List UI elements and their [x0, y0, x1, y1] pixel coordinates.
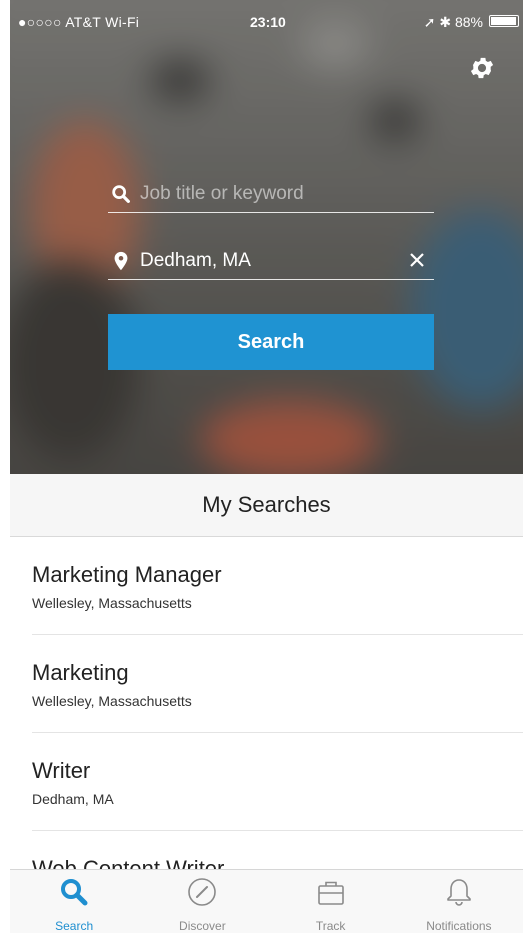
- keyword-input[interactable]: Job title or keyword: [140, 183, 304, 205]
- list-item[interactable]: Marketing Manager Wellesley, Massachuset…: [32, 537, 523, 635]
- tab-search[interactable]: Search: [10, 870, 138, 933]
- tab-bar: Search Discover Track Notifications: [10, 869, 523, 933]
- clock: 23:10: [250, 14, 286, 30]
- bell-icon: [447, 879, 471, 906]
- search-location: Dedham, MA: [32, 791, 114, 807]
- tab-notifications[interactable]: Notifications: [395, 870, 523, 933]
- battery-icon: [489, 15, 519, 27]
- location-arrow-icon: ➚: [423, 14, 436, 30]
- search-title: Marketing Manager: [32, 562, 222, 587]
- search-icon: [61, 879, 88, 906]
- tab-label: Notifications: [426, 919, 492, 933]
- status-bar: ●○○○○ AT&T Wi-Fi 23:10 ➚ ✱ 88%: [10, 0, 523, 44]
- location-pin-icon: [114, 251, 128, 271]
- clear-icon[interactable]: [408, 251, 426, 269]
- battery-percent: 88%: [454, 14, 483, 30]
- screen: ●○○○○ AT&T Wi-Fi 23:10 ➚ ✱ 88% Job title…: [10, 0, 523, 933]
- location-input[interactable]: Dedham, MA: [140, 250, 251, 272]
- list-item[interactable]: Marketing Wellesley, Massachusetts: [32, 635, 523, 733]
- tab-discover[interactable]: Discover: [138, 870, 266, 933]
- gear-icon[interactable]: [468, 54, 496, 82]
- bluetooth-icon: ✱: [439, 14, 452, 30]
- my-searches-header: My Searches: [10, 474, 523, 537]
- search-title: Writer: [32, 758, 91, 783]
- search-title: Marketing: [32, 660, 129, 685]
- hero-section: ●○○○○ AT&T Wi-Fi 23:10 ➚ ✱ 88% Job title…: [10, 0, 523, 474]
- search-location: Wellesley, Massachusetts: [32, 595, 192, 611]
- tab-label: Search: [55, 919, 94, 933]
- hero-overlay: [10, 0, 523, 474]
- list-item[interactable]: Writer Dedham, MA: [32, 733, 523, 831]
- tab-label: Track: [315, 919, 346, 933]
- compass-icon: [188, 878, 217, 906]
- search-location: Wellesley, Massachusetts: [32, 693, 192, 709]
- briefcase-icon: [317, 881, 344, 905]
- status-right: ➚ ✱ 88%: [424, 14, 483, 31]
- tab-track[interactable]: Track: [267, 870, 395, 933]
- search-icon: [112, 185, 130, 203]
- location-field[interactable]: Dedham, MA: [108, 243, 434, 280]
- carrier-label: ●○○○○ AT&T Wi-Fi: [18, 14, 140, 30]
- search-button[interactable]: Search: [108, 314, 434, 370]
- keyword-field[interactable]: Job title or keyword: [108, 176, 434, 213]
- tab-label: Discover: [179, 919, 226, 933]
